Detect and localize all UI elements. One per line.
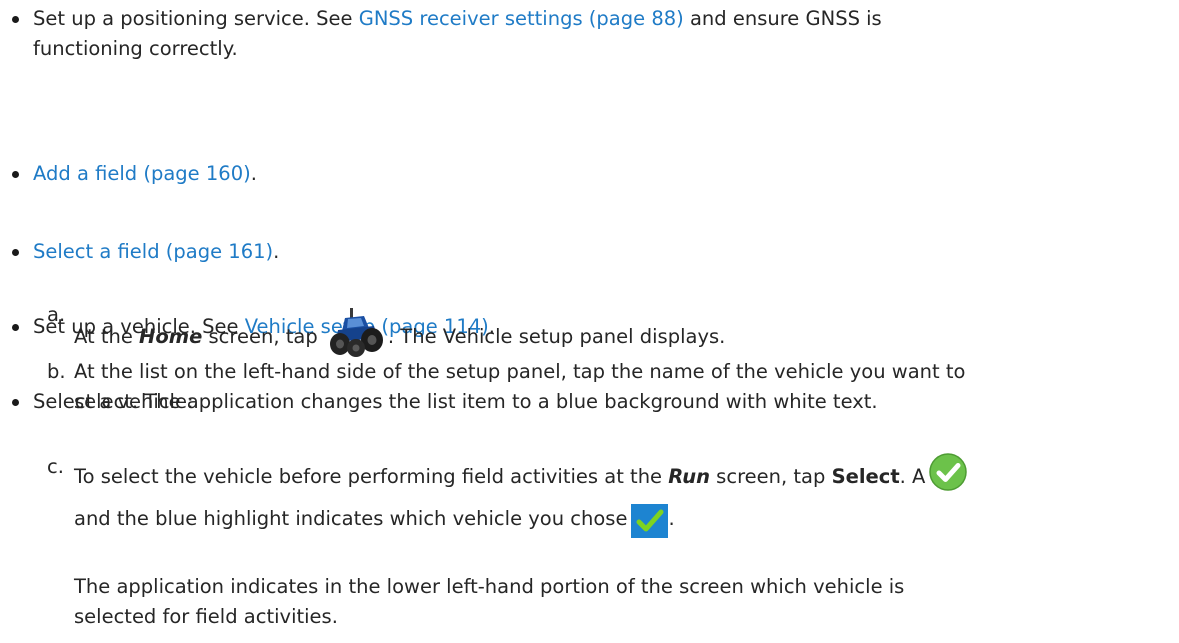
run-screen-name: Run: [668, 464, 710, 488]
select-button-name: Select: [831, 464, 900, 488]
step-text: At the list on the left-hand side of the…: [74, 360, 966, 383]
step-text: . The Vehicle setup panel displays.: [387, 324, 726, 348]
step-text: At the: [74, 324, 140, 348]
add-field-link[interactable]: Add a field (page 160): [33, 162, 251, 185]
step-body: At the Home screen, tap . The Vehicle se…: [74, 300, 1164, 357]
step-text: .: [668, 506, 675, 530]
select-field-link[interactable]: Select a field (page 161): [33, 240, 273, 263]
step-text: . A: [899, 464, 926, 488]
step-letter: b.: [47, 360, 66, 383]
bullet-text: and ensure GNSS is: [683, 7, 882, 30]
step-text: select. The application changes the list…: [74, 390, 878, 414]
step-text: The application indicates in the lower l…: [74, 575, 905, 598]
step-text: screen, tap: [709, 464, 832, 488]
step-text: and the blue highlight indicates which v…: [74, 506, 628, 530]
bullet-text: Set up a positioning service. See: [33, 7, 359, 30]
bullet-icon: [12, 16, 19, 23]
prerequisites-list: Set up a positioning service. See GNSS r…: [0, 0, 1179, 413]
blue-check-square-icon: [631, 504, 669, 538]
bullet-icon: [12, 323, 19, 331]
tractor-icon: [328, 306, 386, 358]
bullet-text: functioning correctly.: [33, 37, 238, 61]
step-letter: c.: [47, 455, 64, 478]
bullet-icon: [12, 399, 19, 407]
step-text: selected for field activities.: [74, 605, 338, 629]
bullet-text: .: [250, 162, 257, 186]
list-item: Add a field (page 160).: [0, 159, 1179, 189]
step-text: To select the vehicle before performing …: [74, 464, 669, 488]
step-text: screen, tap: [202, 324, 324, 348]
list-item: Set up a positioning service. See GNSS r…: [0, 4, 1179, 64]
step-body: At the list on the left-hand side of the…: [74, 357, 1164, 417]
step-c-note: The application indicates in the lower l…: [74, 572, 1164, 632]
bullet-text: .: [273, 239, 280, 263]
document-page: Set up a positioning service. See GNSS r…: [0, 0, 1179, 643]
home-screen-name: Home: [139, 324, 203, 348]
bullet-icon: [12, 248, 19, 256]
gnss-settings-link[interactable]: GNSS receiver settings (page 88): [359, 7, 684, 30]
green-check-circle-icon: [928, 452, 968, 492]
step-body: To select the vehicle before performing …: [74, 452, 1164, 538]
bullet-icon: [12, 171, 19, 179]
list-item: Select a field (page 161).: [0, 237, 1179, 267]
step-letter: a.: [47, 303, 66, 326]
